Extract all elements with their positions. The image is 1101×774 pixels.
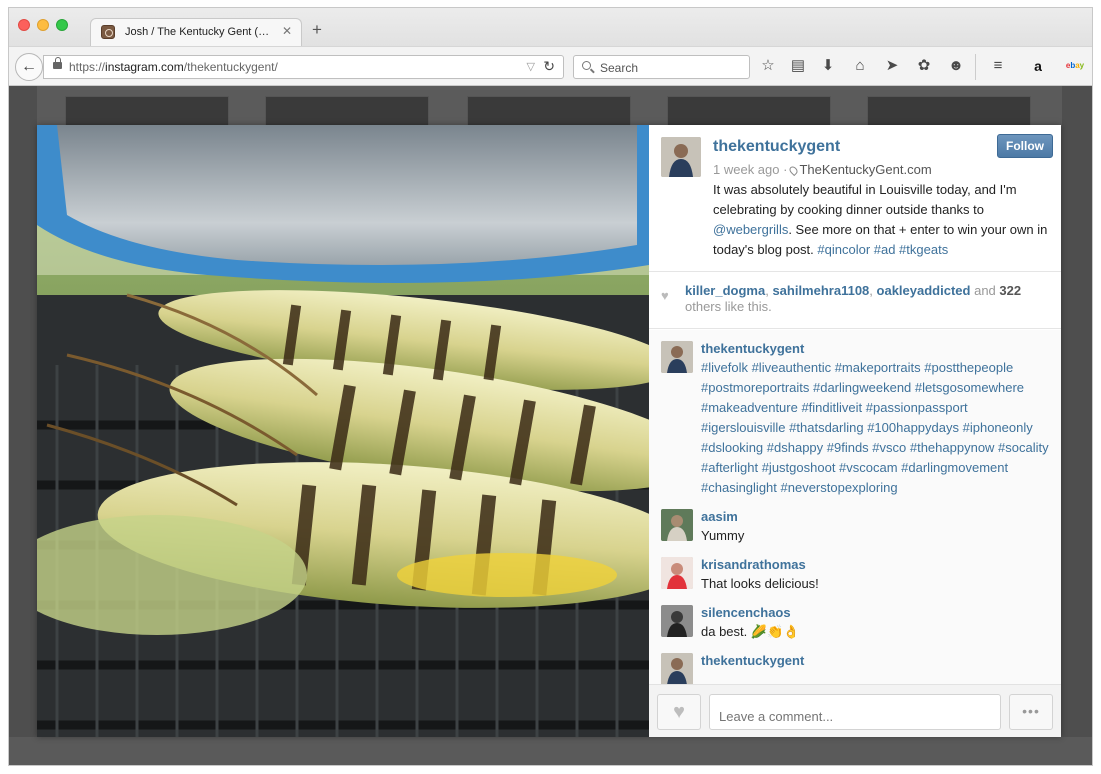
like-user[interactable]: killer_dogma <box>685 283 765 298</box>
more-options-button[interactable]: ••• <box>1009 694 1053 730</box>
like-user[interactable]: sahilmehra1108 <box>772 283 869 298</box>
grid-thumbnail[interactable] <box>667 96 831 126</box>
avatar[interactable] <box>661 341 693 373</box>
search-icon <box>582 61 591 70</box>
ebay-icon[interactable]: ebay <box>1062 56 1088 76</box>
emoji-icon[interactable]: ☻ <box>946 56 966 76</box>
likes-text: killer_dogma, sahilmehra1108, oakleyaddi… <box>685 283 1022 314</box>
avatar[interactable] <box>661 557 693 589</box>
post-header: thekentuckygent Follow 1 week ago · TheKe… <box>649 125 1061 272</box>
home-icon[interactable]: ⌂ <box>850 56 870 76</box>
avatar-image <box>661 137 701 177</box>
send-icon[interactable]: ➤ <box>882 56 902 76</box>
like-user[interactable]: oakleyaddicted <box>877 283 971 298</box>
comment-username[interactable]: aasim <box>701 508 1061 526</box>
search-placeholder: Search <box>600 61 639 75</box>
post-location[interactable]: TheKentuckyGent.com <box>799 162 931 177</box>
grid-thumbnail[interactable] <box>467 96 631 126</box>
comment-text: da best. 🌽👏👌 <box>701 624 800 639</box>
star-icon[interactable]: ☆ <box>758 56 778 76</box>
tab-bar: Josh / The Kentucky Gent (… ✕ + <box>9 8 1092 46</box>
page-content: thekentuckygent Follow 1 week ago · TheKe… <box>9 86 1092 765</box>
comment-item: aasim Yummy <box>649 498 1061 546</box>
comment-item: thekentuckygent <box>649 642 1061 684</box>
heart-icon: ♥ <box>661 288 669 303</box>
comment-text: #livefolk #liveauthentic #makeportraits … <box>701 360 1049 495</box>
grid-thumbnail[interactable] <box>65 96 229 126</box>
caption-hashtags[interactable]: #qincolor #ad #tkgeats <box>817 242 948 257</box>
background-strip <box>9 737 1092 765</box>
avatar[interactable] <box>661 137 701 177</box>
url-bar[interactable]: https://instagram.com/thekentuckygent/ ▽… <box>43 55 564 79</box>
instagram-favicon-icon <box>101 25 115 39</box>
navigation-bar: ← https://instagram.com/thekentuckygent/… <box>9 46 1092 86</box>
amazon-icon[interactable]: a <box>1028 56 1048 76</box>
pocket-icon[interactable]: ✿ <box>914 56 934 76</box>
comment-input[interactable] <box>709 694 1001 730</box>
profile-grid-background <box>37 86 1062 126</box>
tab-title: Josh / The Kentucky Gent (… <box>125 26 270 38</box>
comment-item: silencenchaos da best. 🌽👏👌 <box>649 594 1061 642</box>
avatar[interactable] <box>661 653 693 684</box>
comment-item: thekentuckygent #livefolk #liveauthentic… <box>649 330 1061 498</box>
like-count[interactable]: 322 <box>999 283 1021 298</box>
post-time: 1 week ago · <box>713 162 788 177</box>
browser-window: Josh / The Kentucky Gent (… ✕ + ← https:… <box>8 7 1093 766</box>
menu-icon[interactable]: ≡ <box>988 56 1008 76</box>
grilled-corn-image <box>37 125 649 737</box>
maximize-window-button[interactable] <box>56 19 68 31</box>
post-meta: 1 week ago · TheKentuckyGent.com <box>713 162 932 177</box>
caption-mention[interactable]: @webergrills <box>713 222 788 237</box>
post-modal: thekentuckygent Follow 1 week ago · TheKe… <box>37 125 1061 737</box>
comment-username[interactable]: silencenchaos <box>701 604 1061 622</box>
reading-list-icon[interactable]: ▤ <box>788 56 808 76</box>
grid-thumbnail[interactable] <box>867 96 1031 126</box>
post-username[interactable]: thekentuckygent <box>713 138 840 156</box>
search-input[interactable]: Search <box>573 55 750 79</box>
comment-list: thekentuckygent #livefolk #liveauthentic… <box>649 330 1061 684</box>
comment-footer: ♥ ••• <box>649 684 1061 737</box>
browser-tab[interactable]: Josh / The Kentucky Gent (… ✕ <box>90 18 302 46</box>
minimize-window-button[interactable] <box>37 19 49 31</box>
toolbar-divider <box>975 54 976 80</box>
comment-text: That looks delicious! <box>701 576 819 591</box>
url-text: https://instagram.com/thekentuckygent/ <box>69 60 278 74</box>
tab-close-icon[interactable]: ✕ <box>282 24 292 38</box>
comment-username[interactable]: thekentuckygent <box>701 340 1061 358</box>
download-icon[interactable]: ⬇ <box>818 56 838 76</box>
comment-username[interactable]: krisandrathomas <box>701 556 1061 574</box>
new-tab-button[interactable]: + <box>312 20 322 40</box>
reload-icon[interactable]: ↻ <box>543 58 555 75</box>
url-dropdown-icon[interactable]: ▽ <box>527 60 535 73</box>
like-button[interactable]: ♥ <box>657 694 701 730</box>
grid-thumbnail[interactable] <box>265 96 429 126</box>
post-photo[interactable] <box>37 125 649 737</box>
follow-button[interactable]: Follow <box>997 134 1053 158</box>
avatar[interactable] <box>661 605 693 637</box>
post-sidebar: thekentuckygent Follow 1 week ago · TheKe… <box>649 125 1061 737</box>
comment-item: krisandrathomas That looks delicious! <box>649 546 1061 594</box>
comment-username[interactable]: thekentuckygent <box>701 652 1061 670</box>
post-caption: It was absolutely beautiful in Louisvill… <box>713 182 1048 257</box>
lock-icon <box>53 57 62 69</box>
comment-text: Yummy <box>701 528 745 543</box>
avatar[interactable] <box>661 509 693 541</box>
back-button[interactable]: ← <box>15 53 43 81</box>
heart-icon: ♥ <box>673 701 685 723</box>
close-window-button[interactable] <box>18 19 30 31</box>
likes-section: ♥ killer_dogma, sahilmehra1108, oakleyad… <box>649 272 1061 329</box>
location-pin-icon <box>788 164 800 177</box>
